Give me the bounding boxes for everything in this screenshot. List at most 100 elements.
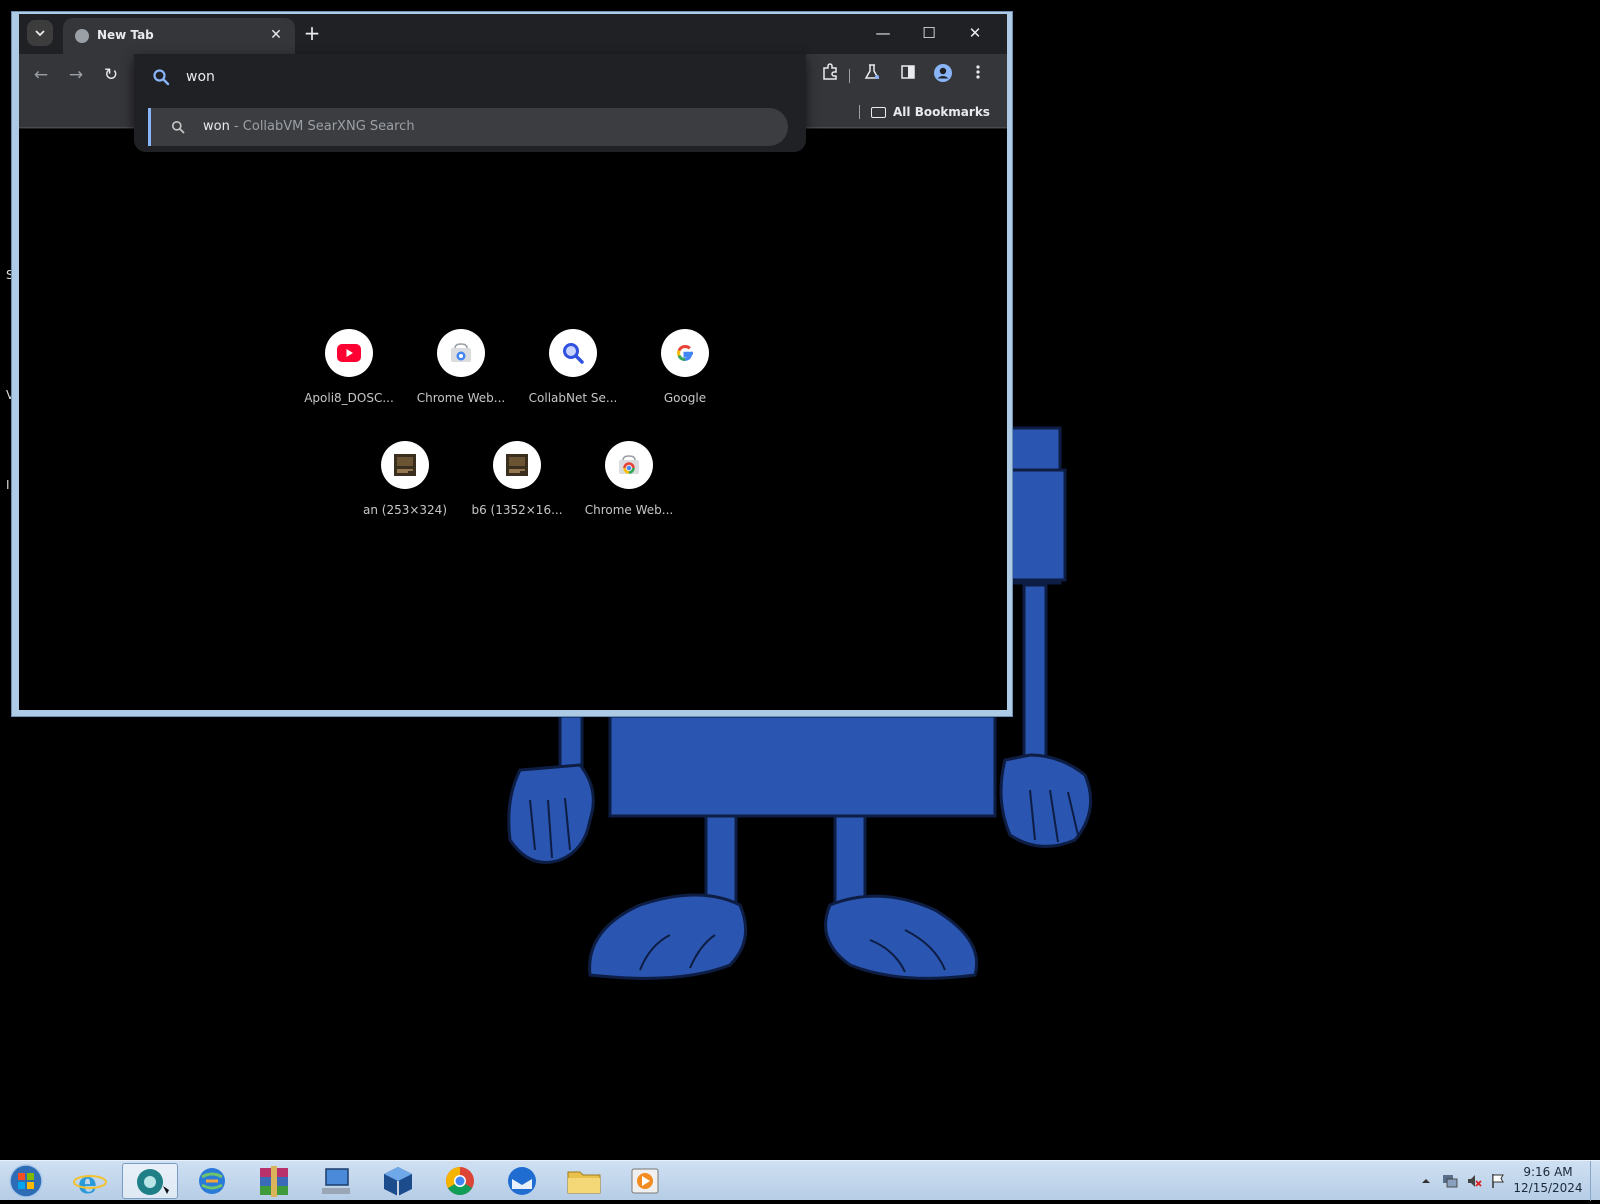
suggestion-text: won - CollabVM SearXNG Search (203, 119, 415, 134)
shortcut-tile[interactable]: an (253×324) (350, 441, 460, 541)
show-desktop-button[interactable] (1590, 1161, 1600, 1201)
suggestion-query: won (203, 119, 230, 134)
taskbar-file-explorer[interactable] (556, 1163, 612, 1199)
chrome-icon (446, 1167, 474, 1195)
winrar-icon (260, 1166, 288, 1197)
shortcut-icon-container (381, 441, 429, 489)
shortcut-tile[interactable]: Apoli8_DOSC... (294, 329, 404, 429)
new-tab-button[interactable]: + (301, 22, 323, 44)
folder-icon (567, 1171, 601, 1194)
tab-search-button[interactable] (27, 20, 53, 46)
three-dots-icon (976, 65, 980, 79)
cube-icon (384, 1167, 412, 1196)
chrome-web-store-icon (451, 343, 471, 362)
extensions-button[interactable] (817, 63, 843, 87)
search-icon (172, 121, 185, 134)
shortcut-icon-container (437, 329, 485, 377)
svg-text:e: e (78, 1166, 97, 1199)
taskbar: e 9:16 AM 12/15/2024 (0, 1160, 1600, 1201)
all-bookmarks-button[interactable]: All Bookmarks (871, 102, 990, 122)
minimize-button[interactable]: — (861, 20, 905, 46)
taskbar-media-player[interactable] (618, 1163, 674, 1199)
computer-icon (322, 1168, 350, 1194)
media-player-icon (631, 1168, 659, 1194)
shortcut-label: an (253×324) (363, 503, 447, 517)
search-icon (153, 69, 170, 86)
toolbar-divider (849, 69, 850, 83)
flask-icon (864, 64, 880, 79)
shortcut-icon-container (325, 329, 373, 377)
shortcut-tile[interactable]: Google (630, 329, 740, 429)
back-button[interactable]: ← (29, 63, 53, 87)
shortcut-label: Google (663, 391, 707, 405)
maximize-button[interactable]: ☐ (907, 20, 951, 46)
omnibox-popup: won - CollabVM SearXNG Search (134, 54, 806, 152)
shortcut-label: CollabNet Se... (528, 391, 618, 405)
shortcut-icon-container (605, 441, 653, 489)
action-center-flag-icon[interactable] (1490, 1173, 1506, 1189)
avatar-icon (934, 64, 952, 82)
taskbar-network-app[interactable] (184, 1163, 240, 1199)
taskbar-internet-explorer[interactable]: e (62, 1163, 118, 1201)
browser-app-icon (137, 1169, 169, 1195)
magnifier-icon (563, 343, 584, 364)
taskbar-thunderbird[interactable] (494, 1163, 550, 1199)
bookmarks-divider (859, 105, 860, 119)
desktop: S V I New Tab ✕ + — ☐ ✕ ← → ↻ (0, 0, 1600, 1160)
chrome-frame: New Tab ✕ + — ☐ ✕ ← → ↻ All Bookmarks Ap… (19, 14, 1007, 710)
shortcut-icon-container (493, 441, 541, 489)
folder-icon (871, 106, 886, 118)
new-tab-page: Apoli8_DOSC... Chrome Web... CollabNet S… (19, 129, 1007, 710)
globe-download-icon (199, 1168, 225, 1194)
image-thumb-icon (394, 454, 416, 476)
start-button[interactable] (6, 1163, 46, 1199)
globe-icon (75, 29, 89, 43)
chevron-down-icon (35, 30, 45, 37)
tab-strip: New Tab ✕ + — ☐ ✕ (19, 14, 1007, 54)
youtube-icon (337, 344, 361, 362)
side-panel-button[interactable] (895, 63, 921, 87)
shortcut-tile[interactable]: b6 (1352×16... (462, 441, 572, 541)
clock-date: 12/15/2024 (1513, 1181, 1583, 1195)
shortcut-tile[interactable]: Chrome Web... (574, 441, 684, 541)
clock-time: 9:16 AM (1523, 1165, 1573, 1179)
suggestion-description: - CollabVM SearXNG Search (229, 119, 415, 134)
taskbar-google-chrome[interactable] (432, 1163, 488, 1199)
shortcut-tile[interactable]: CollabNet Se... (518, 329, 628, 429)
network-icon[interactable] (1442, 1173, 1458, 1189)
forward-button[interactable]: → (64, 63, 88, 87)
tab-new-tab[interactable]: New Tab ✕ (63, 18, 295, 54)
puzzle-icon (823, 63, 837, 80)
system-clock[interactable]: 9:16 AM 12/15/2024 (1510, 1164, 1586, 1196)
volume-muted-icon[interactable] (1466, 1173, 1482, 1189)
mail-bird-icon (508, 1167, 536, 1195)
labs-button[interactable] (859, 63, 885, 87)
shortcut-icon-container (549, 329, 597, 377)
address-bar-input[interactable] (186, 67, 746, 87)
reload-button[interactable]: ↻ (99, 63, 123, 87)
image-thumb-icon (506, 454, 528, 476)
shortcut-icon-container (661, 329, 709, 377)
tab-title: New Tab (97, 28, 154, 42)
shortcut-label: Chrome Web... (416, 391, 506, 405)
shortcut-label: Chrome Web... (584, 503, 674, 517)
side-panel-icon (901, 65, 915, 79)
shortcut-label: Apoli8_DOSC... (304, 391, 394, 405)
taskbar-chrome-canary[interactable] (122, 1163, 178, 1199)
taskbar-computer[interactable] (308, 1163, 364, 1199)
menu-button[interactable] (965, 63, 991, 87)
profile-button[interactable] (930, 63, 956, 87)
windows-orb-icon (9, 1164, 43, 1198)
taskbar-virtualbox[interactable] (370, 1163, 426, 1199)
internet-explorer-icon: e (73, 1166, 107, 1201)
tab-close-button[interactable]: ✕ (267, 26, 285, 44)
chrome-web-store-icon (619, 455, 639, 474)
taskbar-winrar[interactable] (246, 1163, 302, 1199)
show-hidden-icons-icon[interactable] (1418, 1173, 1434, 1189)
close-window-button[interactable]: ✕ (953, 20, 997, 46)
shortcut-tile[interactable]: Chrome Web... (406, 329, 516, 429)
omnibox-suggestion[interactable]: won - CollabVM SearXNG Search (148, 108, 788, 146)
shortcut-label: b6 (1352×16... (471, 503, 563, 517)
all-bookmarks-label: All Bookmarks (893, 105, 990, 119)
google-icon (677, 344, 693, 362)
